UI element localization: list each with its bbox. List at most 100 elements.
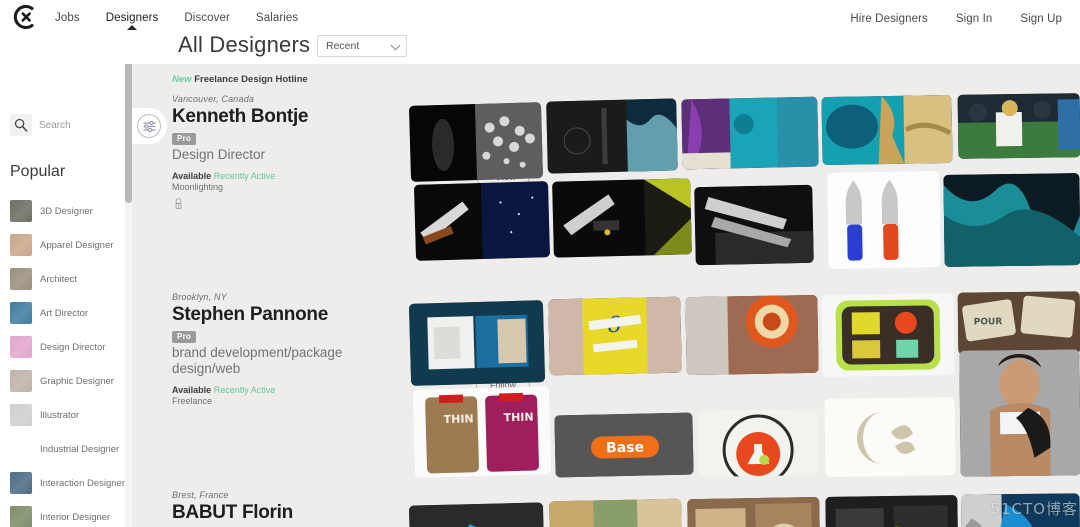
- nav-item-designers[interactable]: Designers: [105, 12, 159, 30]
- primary-nav-links: Jobs Designers Discover Salaries: [55, 12, 298, 30]
- portfolio-thumbnail[interactable]: [546, 98, 678, 174]
- sidebar-item-industrial-designer[interactable]: Industrial Designer: [10, 432, 130, 466]
- sidebar-item-design-director[interactable]: Design Director: [10, 330, 130, 364]
- nav-item-jobs[interactable]: Jobs: [55, 12, 80, 24]
- sidebar-item-architect[interactable]: Architect: [10, 262, 130, 296]
- sidebar-section-title: Popular: [10, 163, 66, 180]
- portfolio-thumbnail[interactable]: [408, 102, 544, 182]
- portfolio-thumbnail[interactable]: [959, 349, 1080, 477]
- portfolio-thumbnail[interactable]: [694, 184, 814, 266]
- scrollbar-thumb[interactable]: [125, 53, 132, 203]
- availability-label: Available: [172, 171, 212, 181]
- filter-toggle-button[interactable]: [132, 108, 167, 144]
- coroflot-logo[interactable]: [10, 4, 38, 30]
- sidebar-item-interaction-designer[interactable]: Interaction Designer: [10, 466, 130, 500]
- nav-active-caret-icon: [127, 25, 138, 30]
- category-thumbnail: [10, 200, 32, 222]
- availability-label: Available: [172, 385, 212, 395]
- recently-active-label: Recently Active: [213, 385, 276, 395]
- portfolio-thumbnail[interactable]: [552, 178, 692, 258]
- portfolio-thumbnail[interactable]: POUR: [957, 291, 1080, 355]
- designer-role: brand development/package design/web: [172, 345, 343, 376]
- designer-name[interactable]: Stephen Pannone: [172, 303, 362, 326]
- availability-type: Moonlighting: [172, 182, 224, 192]
- portfolio-thumbnail[interactable]: [943, 173, 1080, 267]
- nav-item-salaries[interactable]: Salaries: [256, 12, 298, 24]
- designer-info: Brooklyn, NY Stephen Pannone Pro brand d…: [172, 292, 362, 406]
- sidebar-item-label: Architect: [40, 273, 77, 285]
- designer-name[interactable]: Kenneth Bontje: [172, 105, 362, 128]
- sidebar-item-illustrator[interactable]: Illustrator: [10, 398, 130, 432]
- nav-item-sign-in[interactable]: Sign In: [956, 13, 993, 25]
- portfolio-thumbnail[interactable]: [697, 408, 819, 478]
- portfolio-thumbnail[interactable]: [957, 93, 1080, 159]
- sidebar-item-graphic-designer[interactable]: Graphic Designer: [10, 364, 130, 398]
- designer-info: Vancouver, Canada Kenneth Bontje Pro Des…: [172, 94, 362, 215]
- portfolio-thumbnail[interactable]: [687, 496, 821, 527]
- designer-name[interactable]: BABUT Florin: [172, 501, 362, 524]
- sidebar-item-apparel-designer[interactable]: Apparel Designer: [10, 228, 130, 262]
- designer-results-panel: New Freelance Design Hotline Vancouver, …: [132, 64, 1080, 527]
- search-placeholder-label: Search: [39, 119, 71, 131]
- designer-info: Brest, France BABUT Florin: [172, 490, 362, 524]
- search-input[interactable]: Search: [10, 114, 71, 136]
- category-thumbnail: [10, 404, 32, 426]
- portfolio-thumbnail[interactable]: THIN THIN: [412, 386, 552, 478]
- sidebar-item-label: Industrial Designer: [40, 443, 120, 455]
- portfolio-thumbnail[interactable]: [681, 96, 819, 170]
- portfolio-thumbnail[interactable]: Sky: [408, 502, 546, 527]
- sidebar-category-list: 3D Designer Apparel Designer Architect Art …: [10, 194, 130, 527]
- chevron-down-icon: [390, 40, 401, 51]
- sidebar-item-label: Art Director: [40, 307, 89, 319]
- portfolio-thumbnail[interactable]: [549, 498, 683, 527]
- category-thumbnail: [10, 472, 32, 494]
- sidebar: Search Popular 3D Designer Apparel Design…: [0, 31, 130, 527]
- sidebar-scrollbar[interactable]: [125, 31, 132, 527]
- portfolio-thumbnail[interactable]: [413, 181, 551, 261]
- search-icon: [10, 114, 32, 136]
- portfolio-thumbnail[interactable]: [821, 94, 953, 166]
- portfolio-thumbnail[interactable]: [685, 294, 819, 376]
- sidebar-item-label: Illustrator: [40, 409, 80, 421]
- designer-location: Brooklyn, NY: [172, 292, 227, 302]
- sidebar-item-label: Graphic Designer: [40, 375, 114, 387]
- svg-text:POUR: POUR: [974, 317, 1003, 327]
- availability-status: Available Recently Active: [172, 171, 362, 181]
- sidebar-item-label: Interior Designer: [40, 511, 111, 523]
- verified-badge-icon: [175, 198, 182, 209]
- designer-portfolio-grid: [408, 93, 1080, 292]
- category-thumbnail: [10, 336, 32, 358]
- category-thumbnail: [10, 268, 32, 290]
- pro-badge: Pro: [172, 331, 197, 343]
- sort-dropdown[interactable]: Recent: [317, 35, 407, 57]
- portfolio-thumbnail[interactable]: [821, 293, 955, 377]
- hotline-text: Freelance Design Hotline: [194, 74, 308, 85]
- sidebar-item-art-director[interactable]: Art Director: [10, 296, 130, 330]
- sidebar-item-interior-designer[interactable]: Interior Designer: [10, 500, 130, 527]
- nav-item-sign-up[interactable]: Sign Up: [1020, 13, 1062, 25]
- page-title-bar: All Designers Recent: [0, 31, 1080, 64]
- secondary-nav-links: Hire Designers Sign In Sign Up: [850, 13, 1062, 25]
- portfolio-thumbnail[interactable]: Base: [554, 412, 694, 478]
- portfolio-thumbnail[interactable]: [825, 495, 959, 527]
- portfolio-thumbnail[interactable]: [827, 171, 941, 269]
- nav-item-designers-label: Designers: [105, 12, 159, 24]
- svg-text:Base: Base: [606, 440, 644, 457]
- recently-active-label: Recently Active: [213, 171, 276, 181]
- designer-portfolio-grid: Sky: [408, 490, 1080, 527]
- designer-location: Brest, France: [172, 490, 229, 500]
- page-title: All Designers: [178, 32, 311, 57]
- nav-item-discover[interactable]: Discover: [184, 12, 230, 24]
- category-thumbnail: [10, 370, 32, 392]
- portfolio-thumbnail[interactable]: [408, 300, 546, 386]
- nav-item-hire-designers[interactable]: Hire Designers: [850, 13, 927, 25]
- designer-portfolio-grid: 8: [408, 291, 1080, 490]
- hotline-new-tag: New: [172, 74, 192, 85]
- portfolio-thumbnail[interactable]: 8: [548, 296, 682, 376]
- sidebar-item-3d-designer[interactable]: 3D Designer: [10, 194, 130, 228]
- category-thumbnail: [10, 438, 32, 460]
- portfolio-thumbnail[interactable]: [824, 397, 956, 477]
- designer-row: Vancouver, Canada Kenneth Bontje Pro Des…: [132, 93, 1080, 292]
- portfolio-thumbnail[interactable]: [961, 493, 1080, 527]
- freelance-hotline-banner[interactable]: New Freelance Design Hotline: [172, 74, 308, 85]
